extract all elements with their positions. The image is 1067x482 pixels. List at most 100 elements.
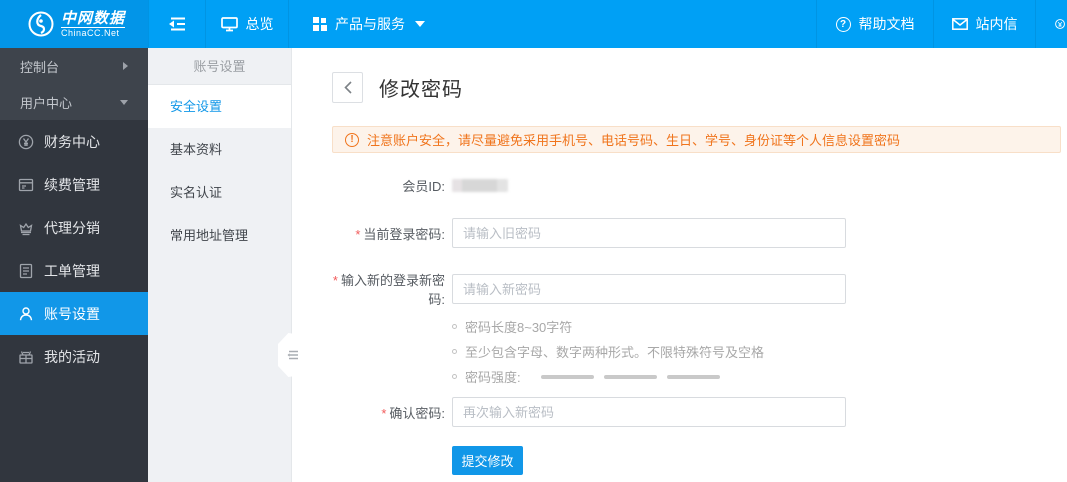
nav-item-help-docs[interactable]: ? 帮助文档 bbox=[816, 0, 933, 48]
password-hint-composition: 至少包含字母、数字两种形式。不限特殊符号及空格 bbox=[452, 339, 1067, 364]
sidebar-item-label: 财务中心 bbox=[44, 132, 100, 152]
user-center-label: 用户中心 bbox=[20, 93, 72, 112]
warning-text: 注意账户安全，请尽量避免采用手机号、电话号码、生日、学号、身份证等个人信息设置密… bbox=[367, 130, 900, 149]
current-password-label: *当前登录密码: bbox=[332, 224, 445, 243]
change-password-form: 会员ID: *当前登录密码: *输入新的登录新密码: 密码长度8~30字符 至少… bbox=[332, 175, 1067, 475]
logo-title: 中网数据 bbox=[61, 10, 125, 28]
renewal-card-icon bbox=[18, 177, 34, 193]
member-id-value-redacted bbox=[452, 179, 508, 192]
sidebar-item-label: 代理分销 bbox=[44, 218, 100, 238]
member-id-label: 会员ID: bbox=[332, 176, 445, 195]
page-title: 修改密码 bbox=[379, 73, 463, 102]
strength-bar bbox=[667, 375, 720, 379]
required-asterisk: * bbox=[333, 273, 338, 288]
page-header: 修改密码 bbox=[332, 72, 1067, 103]
new-password-input[interactable] bbox=[452, 274, 846, 304]
back-button[interactable] bbox=[332, 72, 363, 103]
sidebar-item-account-settings[interactable]: 账号设置 bbox=[0, 292, 148, 335]
password-strength-label: 密码强度: bbox=[465, 367, 521, 386]
bullet-icon bbox=[452, 324, 457, 329]
current-password-row: *当前登录密码: bbox=[332, 218, 1067, 248]
confirm-password-row: *确认密码: bbox=[332, 397, 1067, 427]
nav-item-products[interactable]: 产品与服务 bbox=[288, 0, 449, 48]
page-layout: 控制台 用户中心 财务中心 续费管理 bbox=[0, 48, 1067, 482]
logo[interactable]: 中网数据 ChinaCC.Net bbox=[0, 0, 148, 48]
nav-products-label: 产品与服务 bbox=[335, 14, 405, 34]
subnav-item-address-management[interactable]: 常用地址管理 bbox=[148, 214, 291, 257]
confirm-password-input[interactable] bbox=[452, 397, 846, 427]
logo-emblem-icon bbox=[28, 11, 54, 37]
sidebar: 控制台 用户中心 财务中心 续费管理 bbox=[0, 48, 148, 482]
chevron-right-icon bbox=[123, 62, 128, 70]
sidebar-top-section: 控制台 用户中心 bbox=[0, 48, 148, 120]
submit-row: 提交修改 bbox=[332, 446, 1067, 475]
dropdown-caret-icon bbox=[415, 21, 425, 27]
ticket-document-icon bbox=[18, 263, 34, 279]
agent-crown-icon bbox=[18, 220, 34, 236]
hint-text: 密码长度8~30字符 bbox=[465, 317, 572, 336]
collapse-panel-icon bbox=[287, 350, 299, 360]
sidebar-item-user-center[interactable]: 用户中心 bbox=[0, 84, 148, 120]
sidebar-item-agent[interactable]: 代理分销 bbox=[0, 206, 148, 249]
sidebar-item-label: 账号设置 bbox=[44, 304, 100, 324]
sidebar-item-console[interactable]: 控制台 bbox=[0, 48, 148, 84]
security-warning-banner: ! 注意账户安全，请尽量避免采用手机号、电话号码、生日、学号、身份证等个人信息设… bbox=[332, 126, 1061, 153]
topbar: 中网数据 ChinaCC.Net 总览 产品与服务 ? 帮助文档 bbox=[0, 0, 1067, 48]
new-password-row: *输入新的登录新密码: bbox=[332, 270, 1067, 308]
nav-item-site-messages[interactable]: 站内信 bbox=[933, 0, 1035, 48]
main-content: 修改密码 ! 注意账户安全，请尽量避免采用手机号、电话号码、生日、学号、身份证等… bbox=[292, 48, 1067, 482]
submit-button[interactable]: 提交修改 bbox=[452, 446, 523, 475]
required-asterisk: * bbox=[381, 406, 386, 421]
new-password-label: *输入新的登录新密码: bbox=[332, 270, 445, 308]
nav-overview-label: 总览 bbox=[246, 14, 274, 34]
topbar-spacer bbox=[449, 0, 816, 48]
password-hint-length: 密码长度8~30字符 bbox=[452, 314, 1067, 339]
coin-icon bbox=[1048, 16, 1067, 32]
logo-text: 中网数据 ChinaCC.Net bbox=[61, 10, 125, 38]
nav-messages-label: 站内信 bbox=[976, 14, 1018, 34]
console-label: 控制台 bbox=[20, 57, 59, 76]
member-id-row: 会员ID: bbox=[332, 175, 1067, 195]
confirm-password-label: *确认密码: bbox=[332, 403, 445, 422]
strength-bar bbox=[541, 375, 594, 379]
warning-icon: ! bbox=[345, 133, 359, 147]
subnav-item-basic-info[interactable]: 基本资料 bbox=[148, 128, 291, 171]
products-icon bbox=[313, 17, 327, 31]
hint-text: 至少包含字母、数字两种形式。不限特殊符号及空格 bbox=[465, 342, 764, 361]
collapse-sidebar-icon bbox=[168, 17, 187, 31]
secondary-sidebar-title: 账号设置 bbox=[148, 48, 291, 85]
required-asterisk: * bbox=[355, 227, 360, 242]
strength-bar bbox=[604, 375, 657, 379]
nav-help-label: 帮助文档 bbox=[859, 14, 915, 34]
activity-gift-icon bbox=[18, 349, 34, 365]
nav-item-cost-center[interactable] bbox=[1035, 0, 1067, 48]
sidebar-item-renewal[interactable]: 续费管理 bbox=[0, 163, 148, 206]
password-hints: 密码长度8~30字符 至少包含字母、数字两种形式。不限特殊符号及空格 密码强度: bbox=[452, 314, 1067, 389]
account-person-icon bbox=[18, 306, 34, 322]
password-strength-meter bbox=[541, 375, 720, 379]
sidebar-menu: 财务中心 续费管理 代理分销 bbox=[0, 120, 148, 378]
overview-icon bbox=[221, 17, 238, 32]
logo-subtitle: ChinaCC.Net bbox=[61, 28, 125, 38]
chevron-down-icon bbox=[120, 100, 128, 105]
collapse-sidebar-button[interactable] bbox=[148, 0, 205, 48]
sidebar-item-activities[interactable]: 我的活动 bbox=[0, 335, 148, 378]
panel-collapse-handle[interactable] bbox=[278, 333, 304, 377]
sidebar-item-label: 续费管理 bbox=[44, 175, 100, 195]
sidebar-item-label: 工单管理 bbox=[44, 261, 100, 281]
bullet-icon bbox=[452, 374, 457, 379]
secondary-sidebar: 账号设置 安全设置 基本资料 实名认证 常用地址管理 bbox=[148, 48, 292, 482]
subnav-item-security-settings[interactable]: 安全设置 bbox=[148, 85, 291, 128]
back-icon bbox=[344, 81, 352, 94]
mail-icon bbox=[952, 18, 968, 30]
password-strength-row: 密码强度: bbox=[452, 364, 1067, 389]
finance-yen-circle-icon bbox=[18, 134, 34, 150]
bullet-icon bbox=[452, 349, 457, 354]
nav-item-overview[interactable]: 总览 bbox=[205, 0, 288, 48]
help-icon: ? bbox=[836, 17, 851, 32]
subnav-item-realname-auth[interactable]: 实名认证 bbox=[148, 171, 291, 214]
sidebar-item-finance[interactable]: 财务中心 bbox=[0, 120, 148, 163]
sidebar-item-tickets[interactable]: 工单管理 bbox=[0, 249, 148, 292]
current-password-input[interactable] bbox=[452, 218, 846, 248]
sidebar-item-label: 我的活动 bbox=[44, 347, 100, 367]
